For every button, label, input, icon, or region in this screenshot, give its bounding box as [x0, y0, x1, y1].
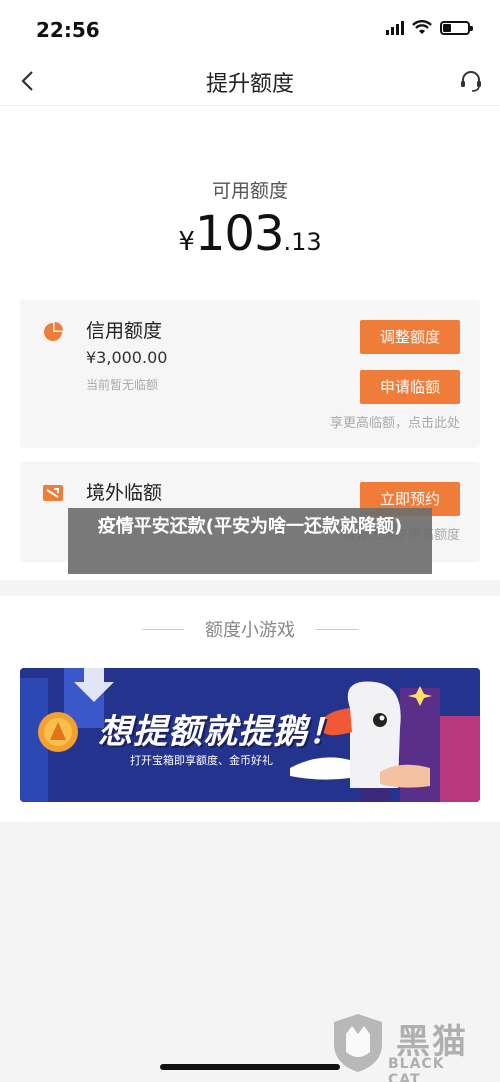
- games-header: 额度小游戏: [0, 616, 500, 642]
- available-label: 可用额度: [211, 180, 288, 202]
- page-title: 提升额度: [205, 72, 294, 97]
- currency-symbol: ¥: [178, 227, 195, 257]
- wifi-icon: [412, 20, 432, 34]
- nav-bar: 提升额度: [0, 58, 500, 106]
- credit-amount: ¥3,000.00: [86, 348, 168, 367]
- available-amount: ¥103.13: [0, 206, 500, 262]
- battery-level: [443, 24, 451, 32]
- black-cat-watermark: 黑猫 BLACK CAT: [330, 1010, 480, 1082]
- headset-icon[interactable]: [458, 68, 484, 94]
- amount-decimal: .13: [283, 228, 322, 256]
- games-title: 额度小游戏: [205, 620, 295, 641]
- status-icons: [386, 20, 473, 36]
- banner-subtext: 打开宝箱即享额度、金币好礼: [130, 754, 273, 767]
- apply-temp-limit-button[interactable]: 申请临额: [360, 370, 460, 404]
- temp-limit-hint[interactable]: 享更高临额，点击此处: [330, 412, 460, 431]
- signal-icon: [386, 21, 404, 35]
- credit-temp-status: 当前暂无临额: [86, 378, 159, 392]
- credit-limit-card: 信用额度 ¥3,000.00 当前暂无临额 调整额度 申请临额 享更高临额，点击…: [20, 300, 480, 448]
- credit-title: 信用额度: [86, 320, 163, 342]
- watermark-en: BLACK CAT: [388, 1056, 445, 1082]
- games-panel: 额度小游戏 想提额就提鹅！ 打开宝箱即享额度、金币好礼: [0, 596, 500, 822]
- battery-icon: [440, 21, 473, 35]
- home-indicator: [160, 1064, 340, 1070]
- airplane-icon: [43, 485, 63, 501]
- goose-game-banner[interactable]: 想提额就提鹅！ 打开宝箱即享额度、金币好礼: [20, 668, 480, 802]
- overlay-caption: 疫情平安还款(平安为啥一还款就降额): [68, 508, 432, 574]
- divider-right: [316, 629, 358, 630]
- amount-integer: 103: [194, 206, 285, 262]
- status-time: 22:56: [36, 18, 100, 42]
- pie-chart-icon: [44, 322, 63, 341]
- overseas-title: 境外临额: [86, 482, 163, 504]
- status-bar: 22:56: [0, 0, 500, 58]
- banner-headline: 想提额就提鹅！: [98, 712, 343, 752]
- adjust-limit-button[interactable]: 调整额度: [360, 320, 460, 354]
